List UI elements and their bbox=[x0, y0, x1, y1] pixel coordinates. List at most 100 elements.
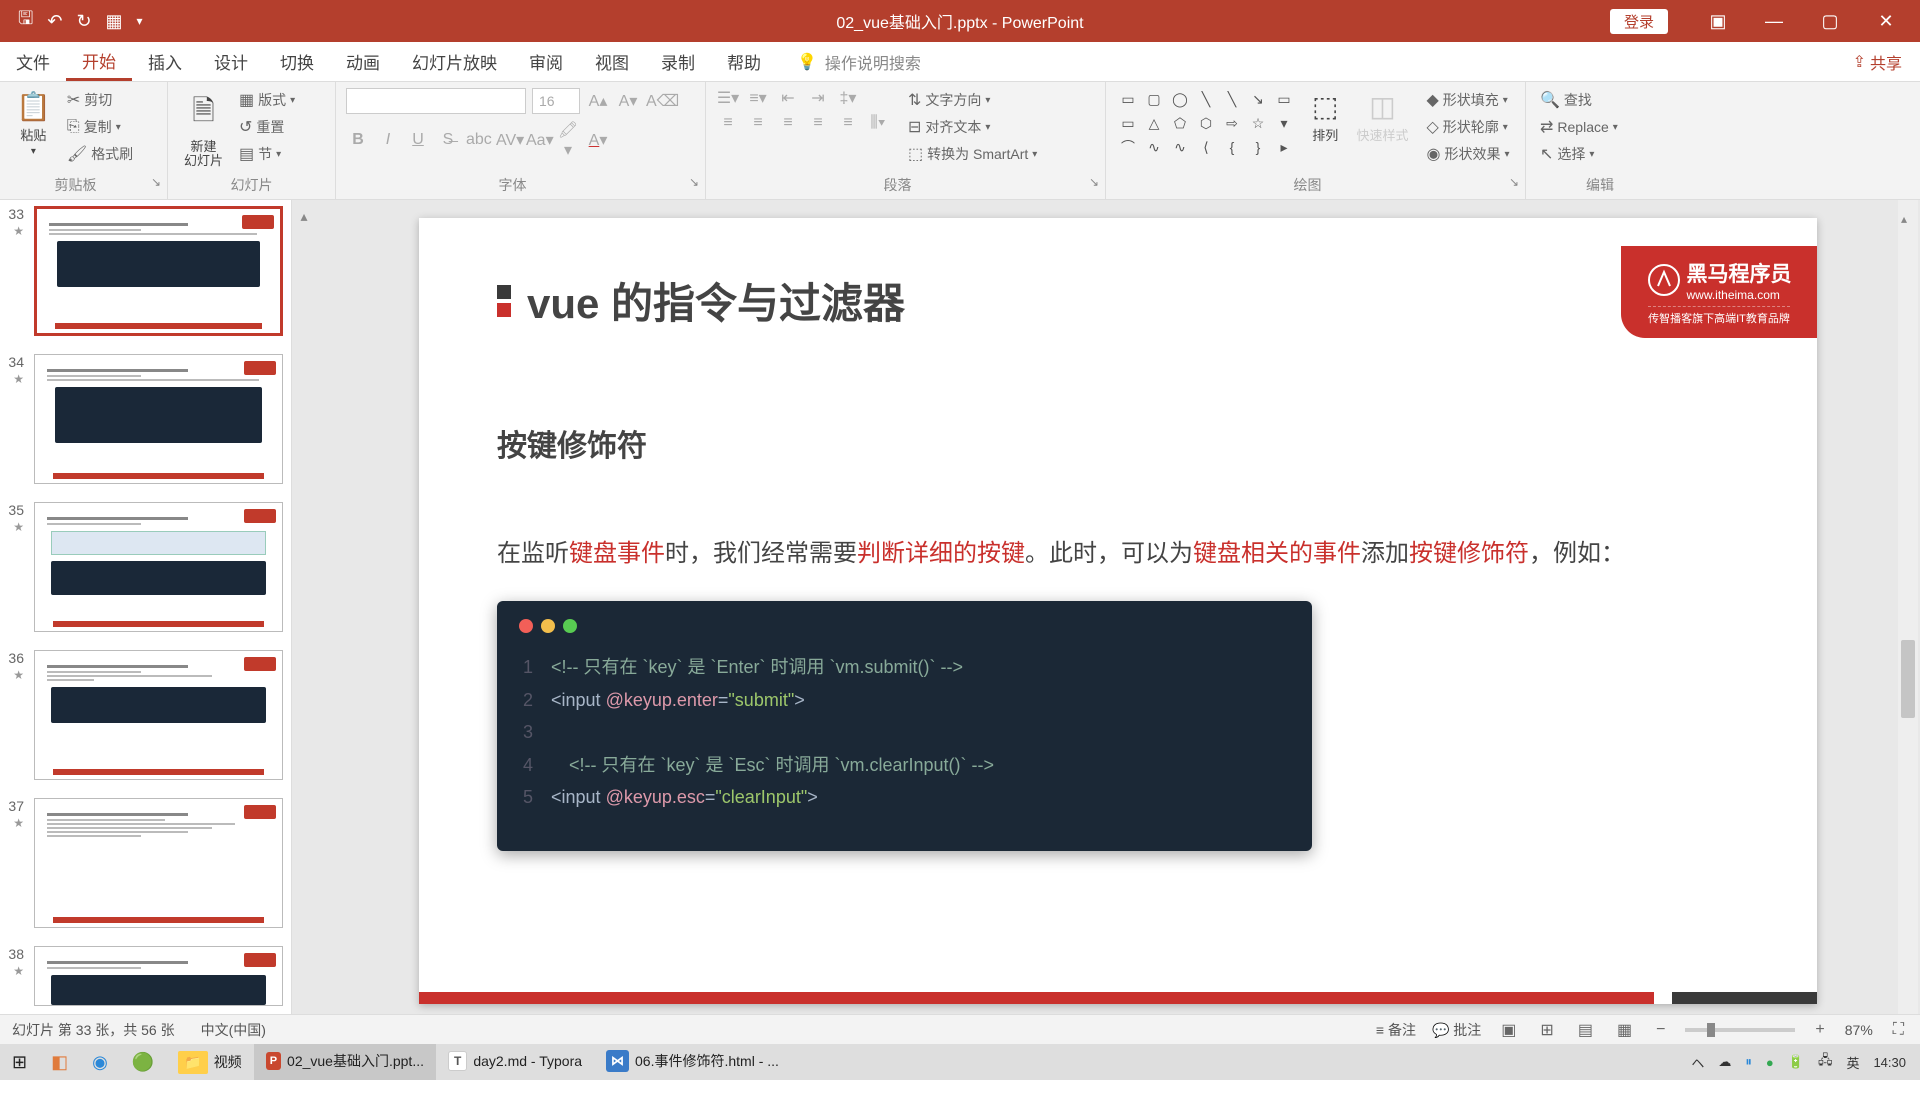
replace-button[interactable]: ⇄Replace▾ bbox=[1536, 115, 1622, 139]
qat-dropdown-icon[interactable]: ▾ bbox=[137, 14, 143, 28]
align-text-button[interactable]: ⊟对齐文本▾ bbox=[904, 115, 1041, 139]
shape-effects-button[interactable]: ◉形状效果▾ bbox=[1422, 142, 1513, 166]
slide-thumbnail-34[interactable] bbox=[34, 354, 283, 484]
share-button[interactable]: ⇪ 共享 bbox=[1835, 42, 1920, 81]
tray-network-icon[interactable]: 🖧 bbox=[1818, 1051, 1833, 1073]
cut-button[interactable]: ✂剪切 bbox=[63, 88, 137, 112]
edge-button[interactable]: ◉ bbox=[80, 1044, 120, 1080]
vertical-scrollbar[interactable]: ▴ bbox=[1898, 200, 1918, 1014]
tab-transitions[interactable]: 切换 bbox=[264, 42, 330, 81]
align-center-button[interactable]: ≡ bbox=[746, 114, 770, 132]
paragraph-dialog-launcher[interactable]: ↘ bbox=[1089, 175, 1099, 189]
line-spacing-button[interactable]: ‡▾ bbox=[836, 88, 860, 108]
strikethrough-button[interactable]: S̶ bbox=[436, 131, 460, 149]
decrease-indent-button[interactable]: ⇤ bbox=[776, 88, 800, 108]
tab-recording[interactable]: 录制 bbox=[645, 42, 711, 81]
tray-onedrive-icon[interactable]: ⏸ bbox=[1745, 1054, 1752, 1070]
slide-thumbnail-33[interactable] bbox=[34, 206, 283, 336]
comments-button[interactable]: 💬 批注 bbox=[1432, 1020, 1481, 1040]
highlight-color-button[interactable]: 🖍▾ bbox=[556, 120, 580, 160]
slide-thumbnail-38[interactable] bbox=[34, 946, 283, 1006]
font-size-select[interactable]: 16 bbox=[532, 88, 580, 114]
underline-button[interactable]: U bbox=[406, 131, 430, 149]
login-button[interactable]: 登录 bbox=[1610, 9, 1668, 34]
section-button[interactable]: ▤节▾ bbox=[235, 142, 299, 166]
text-direction-button[interactable]: ⇅文字方向▾ bbox=[904, 88, 1041, 112]
tray-ime[interactable]: 英 bbox=[1846, 1053, 1859, 1072]
chrome-button[interactable]: 🟢 bbox=[120, 1044, 166, 1080]
tray-weather-icon[interactable]: ☁ bbox=[1718, 1054, 1731, 1070]
slide-canvas[interactable]: 黑马程序员 www.itheima.com 传智播客旗下高端IT教育品牌 vue… bbox=[419, 218, 1817, 1004]
folder-videos[interactable]: 📁视频 bbox=[166, 1044, 253, 1080]
bold-button[interactable]: B bbox=[346, 131, 370, 149]
slide-thumbnail-35[interactable] bbox=[34, 502, 283, 632]
char-spacing-button[interactable]: AV▾ bbox=[496, 130, 520, 150]
font-color-button[interactable]: A▾ bbox=[586, 130, 610, 150]
notes-button[interactable]: ≡ 备注 bbox=[1376, 1020, 1416, 1040]
tray-battery-icon[interactable]: 🔋 bbox=[1788, 1054, 1804, 1070]
tray-chevron-icon[interactable]: ヘ bbox=[1691, 1053, 1704, 1072]
tab-animations[interactable]: 动画 bbox=[330, 42, 396, 81]
start-button[interactable]: ⊞ bbox=[0, 1044, 39, 1080]
align-left-button[interactable]: ≡ bbox=[716, 114, 740, 132]
columns-button[interactable]: ⫼▾ bbox=[866, 114, 890, 132]
tab-file[interactable]: 文件 bbox=[0, 42, 66, 81]
tab-view[interactable]: 视图 bbox=[579, 42, 645, 81]
task-vscode[interactable]: ⋈06.事件修饰符.html - ... bbox=[594, 1044, 791, 1080]
undo-icon[interactable]: ↶ bbox=[47, 11, 62, 32]
tell-me-input[interactable]: 操作说明搜索 bbox=[825, 50, 921, 74]
font-name-select[interactable] bbox=[346, 88, 526, 114]
select-button[interactable]: ↖选择▾ bbox=[1536, 142, 1622, 166]
clear-formatting-icon[interactable]: A⌫ bbox=[646, 91, 670, 111]
tray-time[interactable]: 14:30 bbox=[1873, 1055, 1906, 1070]
shadow-button[interactable]: abc bbox=[466, 131, 490, 149]
tab-home[interactable]: 开始 bbox=[66, 42, 132, 81]
minimize-icon[interactable]: ― bbox=[1746, 0, 1802, 42]
decrease-font-icon[interactable]: A▾ bbox=[616, 91, 640, 111]
font-dialog-launcher[interactable]: ↘ bbox=[689, 175, 699, 189]
tab-help[interactable]: 帮助 bbox=[711, 42, 777, 81]
zoom-percent[interactable]: 87% bbox=[1845, 1022, 1873, 1038]
zoom-slider[interactable] bbox=[1685, 1028, 1795, 1032]
redo-icon[interactable]: ↻ bbox=[76, 11, 91, 32]
bullets-button[interactable]: ☰▾ bbox=[716, 88, 740, 108]
save-icon[interactable]: 🖫 bbox=[18, 6, 33, 36]
language-indicator[interactable]: 中文(中国) bbox=[201, 1020, 266, 1040]
format-painter-button[interactable]: 🖌格式刷 bbox=[63, 142, 137, 166]
ribbon-display-icon[interactable]: ▣ bbox=[1690, 0, 1746, 42]
tab-slideshow[interactable]: 幻灯片放映 bbox=[396, 42, 513, 81]
pane-splitter[interactable]: ▴ bbox=[292, 200, 316, 1014]
numbering-button[interactable]: ≡▾ bbox=[746, 88, 770, 108]
increase-font-icon[interactable]: A▴ bbox=[586, 91, 610, 111]
smartart-button[interactable]: ⬚转换为 SmartArt▾ bbox=[904, 142, 1041, 166]
tray-rec-icon[interactable]: ● bbox=[1766, 1055, 1774, 1070]
sorter-view-button[interactable]: ⊞ bbox=[1536, 1020, 1557, 1040]
zoom-in-button[interactable]: + bbox=[1811, 1021, 1828, 1039]
zoom-out-button[interactable]: − bbox=[1652, 1021, 1669, 1039]
maximize-icon[interactable]: ▢ bbox=[1802, 0, 1858, 42]
slideshow-view-button[interactable]: ▦ bbox=[1613, 1020, 1636, 1040]
drawing-dialog-launcher[interactable]: ↘ bbox=[1509, 175, 1519, 189]
shape-fill-button[interactable]: ◆形状填充▾ bbox=[1422, 88, 1513, 112]
increase-indent-button[interactable]: ⇥ bbox=[806, 88, 830, 108]
copy-button[interactable]: ⎘复制▾ bbox=[63, 115, 137, 139]
normal-view-button[interactable]: ▣ bbox=[1497, 1020, 1520, 1040]
close-icon[interactable]: ✕ bbox=[1858, 0, 1914, 42]
find-button[interactable]: 🔍查找 bbox=[1536, 88, 1622, 112]
clipboard-dialog-launcher[interactable]: ↘ bbox=[151, 175, 161, 189]
italic-button[interactable]: I bbox=[376, 131, 400, 149]
reset-button[interactable]: ↺重置 bbox=[235, 115, 299, 139]
task-typora[interactable]: Tday2.md - Typora bbox=[436, 1044, 594, 1080]
change-case-button[interactable]: Aa▾ bbox=[526, 130, 550, 150]
distribute-button[interactable]: ≡ bbox=[836, 114, 860, 132]
tab-insert[interactable]: 插入 bbox=[132, 42, 198, 81]
start-from-beginning-icon[interactable]: ▦ bbox=[106, 11, 123, 32]
task-view-button[interactable]: ◧ bbox=[39, 1044, 80, 1080]
justify-button[interactable]: ≡ bbox=[806, 114, 830, 132]
tab-design[interactable]: 设计 bbox=[198, 42, 264, 81]
align-right-button[interactable]: ≡ bbox=[776, 114, 800, 132]
slide-thumbnail-37[interactable] bbox=[34, 798, 283, 928]
slide-thumbnail-36[interactable] bbox=[34, 650, 283, 780]
layout-button[interactable]: ▦版式▾ bbox=[235, 88, 299, 112]
fit-to-window-button[interactable]: ⛶ bbox=[1889, 1021, 1908, 1039]
